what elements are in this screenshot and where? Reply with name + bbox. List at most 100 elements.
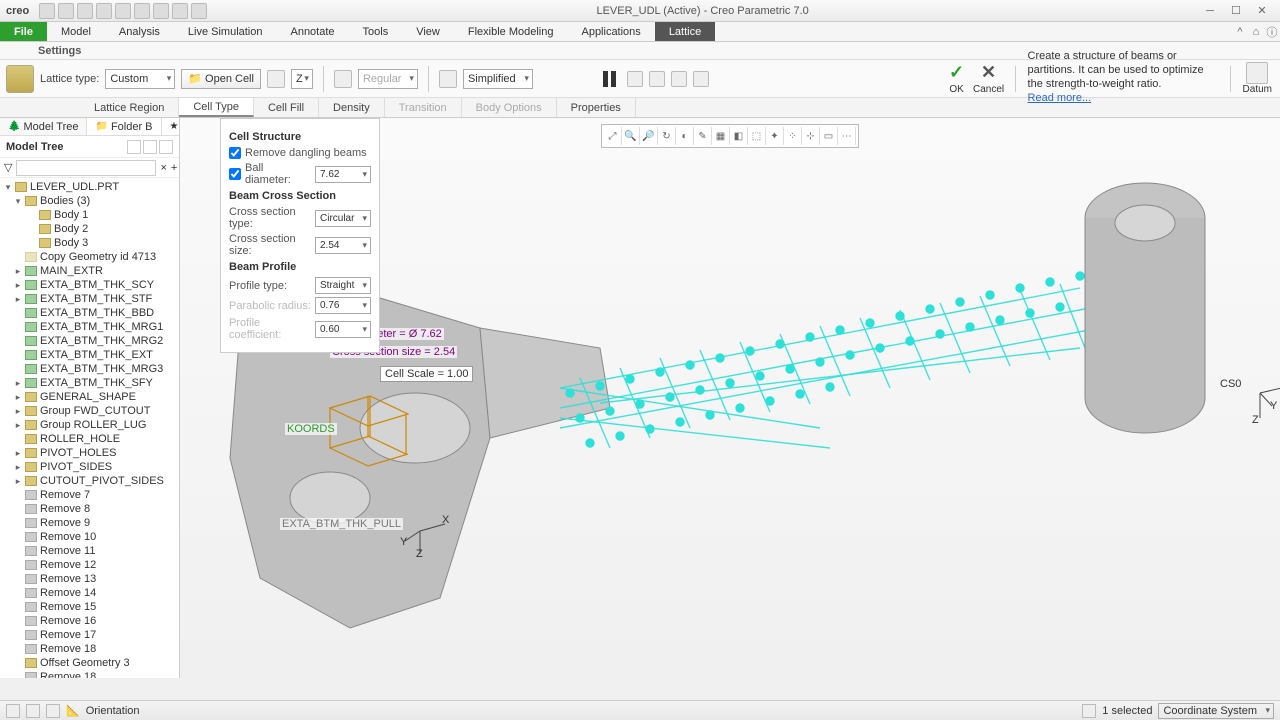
status-icon-2[interactable]	[26, 704, 40, 718]
window-title: LEVER_UDL (Active) - Creo Parametric 7.0	[207, 5, 1198, 17]
qat-save-icon[interactable]	[77, 3, 93, 19]
tree-tab-folder[interactable]: 📁 Folder B	[87, 118, 161, 135]
csys-icon[interactable]: ⊹	[802, 127, 820, 145]
tab-annotate[interactable]: Annotate	[276, 22, 348, 41]
status-icon-1[interactable]	[6, 704, 20, 718]
display-icon[interactable]	[439, 70, 457, 88]
datum-icon[interactable]	[1246, 62, 1268, 84]
zoom-out-icon[interactable]: 🔎	[640, 127, 658, 145]
subtab-lattice-region[interactable]: Lattice Region	[80, 98, 179, 117]
ribbon-min-icon[interactable]: ^	[1232, 22, 1248, 41]
grid-icon[interactable]	[334, 70, 352, 88]
qat-windows-icon[interactable]	[153, 3, 169, 19]
regular-dropdown[interactable]: Regular	[358, 69, 418, 89]
cs-size-input[interactable]: 2.54	[315, 237, 371, 254]
layers-icon[interactable]: ▦	[712, 127, 730, 145]
axis-icon[interactable]	[267, 70, 285, 88]
subtab-cell-fill[interactable]: Cell Fill	[254, 98, 319, 117]
qat-close-icon[interactable]	[172, 3, 188, 19]
folder-icon: 📁	[188, 72, 202, 85]
lattice-options: Lattice type: Custom 📁Open Cell Z Regula…	[0, 60, 1280, 98]
subtab-density[interactable]: Density	[319, 98, 385, 117]
tree-search-input[interactable]	[16, 160, 156, 176]
stop-icon[interactable]	[627, 71, 643, 87]
tab-live-simulation[interactable]: Live Simulation	[174, 22, 277, 41]
parabolic-input: 0.76	[315, 297, 371, 314]
lattice-icon	[6, 65, 34, 93]
axis-dropdown[interactable]: Z	[291, 69, 313, 89]
ribbon-info-icon[interactable]: ⓘ	[1264, 22, 1280, 41]
close-button[interactable]: ✕	[1250, 3, 1274, 19]
lattice-type-label: Lattice type:	[40, 73, 99, 85]
status-selected: 1 selected	[1102, 705, 1152, 717]
tree-show-icon[interactable]	[159, 140, 173, 154]
qat-regen-icon[interactable]	[134, 3, 150, 19]
status-icon-3[interactable]	[46, 704, 60, 718]
beam-cross-header: Beam Cross Section	[229, 190, 371, 202]
annot-exta: EXTA_BTM_THK_PULL	[280, 518, 403, 530]
subtab-body-options: Body Options	[462, 98, 557, 117]
tab-model[interactable]: Model	[47, 22, 105, 41]
qat-redo-icon[interactable]	[115, 3, 131, 19]
status-coord-dropdown[interactable]: Coordinate System	[1158, 703, 1274, 719]
views-icon[interactable]: ✎	[694, 127, 712, 145]
ball-diameter-checkbox[interactable]	[229, 168, 241, 180]
maximize-button[interactable]: ☐	[1224, 3, 1248, 19]
more-icon[interactable]: ⋯	[838, 127, 856, 145]
subtab-cell-type[interactable]: Cell Type	[179, 98, 254, 117]
tree-filter-icon[interactable]	[127, 140, 141, 154]
cancel-button[interactable]: ✕Cancel	[975, 62, 1003, 96]
ribbon-help-icon[interactable]: ⌂	[1248, 22, 1264, 41]
tab-tools[interactable]: Tools	[349, 22, 403, 41]
lattice-type-dropdown[interactable]: Custom	[105, 69, 175, 89]
zoom-fit-icon[interactable]: ⤢	[604, 127, 622, 145]
tree-tab-model[interactable]: 🌲 Model Tree	[0, 118, 87, 135]
cs-type-dropdown[interactable]: Circular	[315, 210, 371, 227]
eye-icon[interactable]	[649, 71, 665, 87]
repaint-icon[interactable]: ↻	[658, 127, 676, 145]
tab-applications[interactable]: Applications	[567, 22, 654, 41]
qat-open-icon[interactable]	[58, 3, 74, 19]
annot-icon[interactable]: ⬚	[748, 127, 766, 145]
tab-file[interactable]: File	[0, 22, 47, 41]
tree-add-icon[interactable]: +	[171, 162, 177, 174]
qat-undo-icon[interactable]	[96, 3, 112, 19]
cell-structure-header: Cell Structure	[229, 131, 371, 143]
remove-dangling-checkbox[interactable]	[229, 147, 241, 159]
minimize-button[interactable]: ─	[1198, 3, 1222, 19]
simplified-dropdown[interactable]: Simplified	[463, 69, 533, 89]
profile-type-dropdown[interactable]: Straight	[315, 277, 371, 294]
tree-settings-icon[interactable]	[143, 140, 157, 154]
status-bar: 📐Orientation 1 selected Coordinate Syste…	[0, 700, 1280, 720]
tree-expand-icon[interactable]: ×	[160, 162, 166, 174]
preview-icon[interactable]	[671, 71, 687, 87]
tree-body[interactable]: ▾LEVER_UDL.PRT ▾Bodies (3) Body 1 Body 2…	[0, 178, 179, 678]
app-logo: creo	[6, 5, 29, 17]
funnel-icon[interactable]: ▽	[4, 161, 12, 174]
ok-button[interactable]: ✓OK	[943, 62, 971, 96]
persp-icon[interactable]: ◧	[730, 127, 748, 145]
style-icon[interactable]: ◐	[676, 127, 694, 145]
qat-more-icon[interactable]	[191, 3, 207, 19]
glasses-icon[interactable]	[693, 71, 709, 87]
subtab-transition: Transition	[385, 98, 462, 117]
zoom-in-icon[interactable]: 🔍	[622, 127, 640, 145]
tab-flexible-modeling[interactable]: Flexible Modeling	[454, 22, 568, 41]
pause-button[interactable]	[599, 68, 621, 90]
view-toolbar: ⤢ 🔍 🔎 ↻ ◐ ✎ ▦ ◧ ⬚ ✦ ⁘ ⊹ ▭ ⋯	[601, 124, 859, 148]
tab-view[interactable]: View	[402, 22, 454, 41]
planes-icon[interactable]: ▭	[820, 127, 838, 145]
tab-analysis[interactable]: Analysis	[105, 22, 174, 41]
viewport[interactable]: Cell Structure Remove dangling beams Bal…	[180, 118, 1280, 678]
open-cell-button[interactable]: 📁Open Cell	[181, 69, 261, 89]
status-filter-icon[interactable]	[1082, 704, 1096, 718]
axes-icon[interactable]: ✦	[766, 127, 784, 145]
qat-new-icon[interactable]	[39, 3, 55, 19]
read-more-link[interactable]: Read more...	[1028, 92, 1092, 104]
points-icon[interactable]: ⁘	[784, 127, 802, 145]
subtab-properties[interactable]: Properties	[557, 98, 636, 117]
tab-lattice[interactable]: Lattice	[655, 22, 715, 41]
ribbon-tabs: File Model Analysis Live Simulation Anno…	[0, 22, 1280, 42]
info-panel: Create a structure of beams or partition…	[1028, 49, 1218, 109]
ball-diameter-input[interactable]: 7.62	[315, 166, 371, 183]
